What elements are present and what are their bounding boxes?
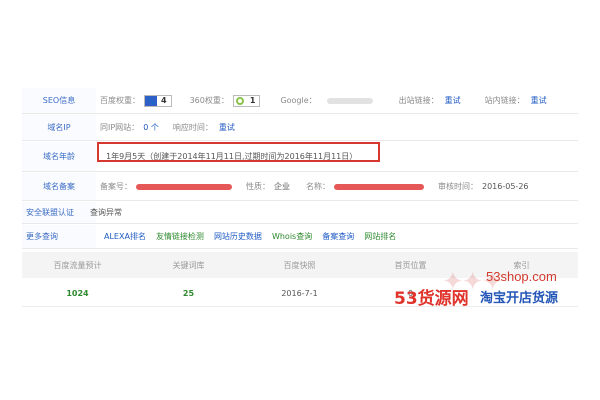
so360-weight-badge[interactable]: 1 [232,94,261,107]
inlinks-label: 站内链接： [484,96,525,105]
so360-logo-icon [234,96,246,106]
company-name-redacted [334,183,424,190]
watermark: ✦✦✦ 53shop.com 53货源网 淘宝开店货源 [394,263,594,309]
whois-query-link[interactable]: Whois查询 [272,231,312,242]
security-value: 查询异常 [90,208,122,217]
record-number-label: 备案号： [100,182,132,191]
watermark-slogan: 淘宝开店货源 [480,291,559,306]
more-queries-row: 更多查询 ALEXA排名 友情链接检测 网站历史数据 Whois查询 备案查询 … [22,225,578,249]
google-label: Google： [280,96,317,105]
domain-ip-label: 域名IP [22,115,96,140]
history-data-link[interactable]: 网站历史数据 [214,231,262,242]
nature-label: 性质： [246,182,270,191]
more-queries-label: 更多查询 [22,225,96,248]
security-row: 安全联盟认证 查询异常 [22,202,578,224]
domain-age-label: 域名年龄 [22,142,96,171]
google-value-redacted [326,97,373,104]
stats-keywords-value: 25 [182,289,195,298]
friend-link-check-link[interactable]: 友情链接检测 [156,231,204,242]
so360-weight-label: 360权重： [189,96,229,105]
inlinks-retry-link[interactable]: 重试 [531,95,547,106]
record-query-link[interactable]: 备案查询 [322,231,354,242]
security-label: 安全联盟认证 [22,202,96,223]
outlinks-label: 出站链接： [398,96,439,105]
domain-ip-row: 域名IP 同IP网站： 0 个 响应时间： 重试 [22,115,578,141]
baidu-weight-value: 4 [161,96,167,105]
company-name-label: 名称： [306,182,330,191]
outlinks-retry-link[interactable]: 重试 [445,95,461,106]
domain-record-label: 域名备案 [22,173,96,200]
seo-info-label: SEO信息 [22,88,96,113]
same-ip-label: 同IP网站： [100,123,140,132]
so360-weight-value: 1 [249,96,256,105]
seo-info-row: SEO信息 百度权重： 🐾 4 360权重： 1 Google： 出站链接： 重… [22,88,578,114]
response-time-retry-link[interactable]: 重试 [219,122,235,133]
watermark-site: 53shop.com [486,269,557,284]
domain-age-highlight-box [97,142,380,162]
domain-record-row: 域名备案 备案号： 性质： 企业 名称： 审核时间： 2016-05-26 [22,173,578,201]
review-time-label: 审核时间： [438,182,478,191]
baidu-weight-label: 百度权重： [100,96,140,105]
review-time-value: 2016-05-26 [482,182,529,191]
stats-header-snapshot: 百度快照 [283,260,316,270]
watermark-brand: 53货源网 [394,289,469,309]
stats-snapshot-value: 2016-7-1 [281,289,318,298]
response-time-label: 响应时间： [172,123,213,132]
baidu-weight-badge[interactable]: 🐾 4 [144,94,172,107]
stats-header-keywords: 关键词库 [172,260,205,270]
same-ip-count-link[interactable]: 0 个 [143,122,159,133]
site-rank-link[interactable]: 网站排名 [364,231,396,242]
record-number-redacted [136,183,232,190]
stats-traffic-value: 1024 [66,289,89,298]
alexa-rank-link[interactable]: ALEXA排名 [104,231,146,242]
nature-value: 企业 [274,182,290,191]
stats-header-traffic: 百度流量预计 [53,260,102,270]
baidu-paw-icon: 🐾 [145,95,157,106]
